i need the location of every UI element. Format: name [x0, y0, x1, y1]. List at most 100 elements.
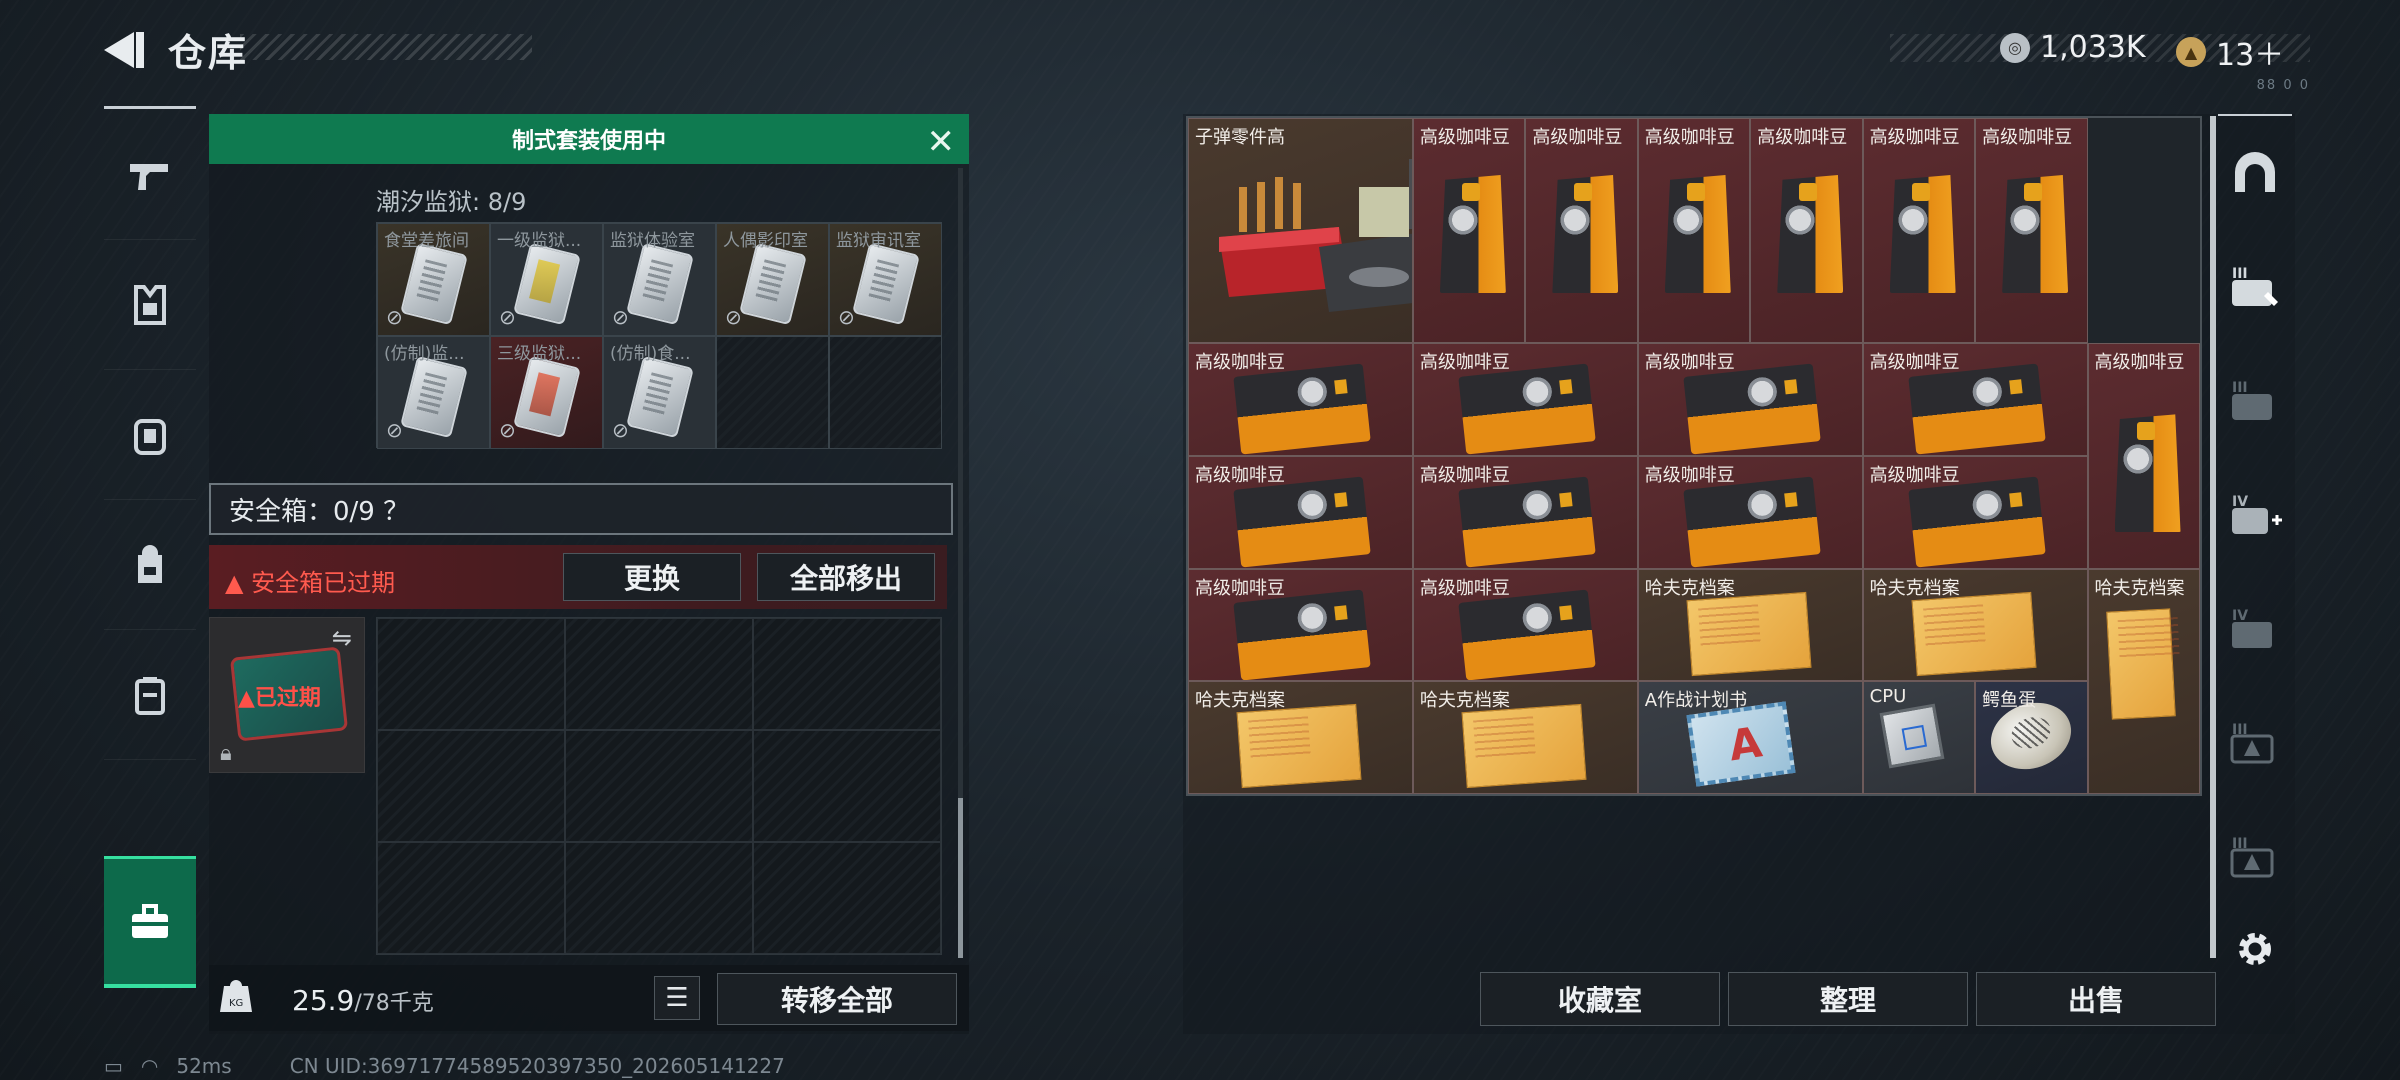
safe-box-grid[interactable]	[376, 617, 942, 955]
stash-item[interactable]: 高级咖啡豆	[1862, 343, 2088, 456]
item-name: 高级咖啡豆	[1644, 465, 1735, 486]
close-icon[interactable]: ✕	[927, 122, 956, 162]
replace-button[interactable]: 更换	[563, 553, 741, 601]
stash-item[interactable]: 高级咖啡豆	[1975, 118, 2088, 344]
left-scrollbar[interactable]	[958, 168, 963, 958]
keycard-slot[interactable]: 监狱审讯室 ⊘	[829, 223, 942, 336]
expired-text: 已过期	[254, 686, 321, 711]
transfer-all-button[interactable]: 转移全部	[717, 973, 957, 1025]
stash-item[interactable]: 高级咖啡豆	[2087, 343, 2200, 569]
stash-item[interactable]: A作战计划书 A	[1637, 681, 1863, 794]
nav-toolbox[interactable]	[104, 856, 196, 988]
coffee-bag-flat-icon	[1233, 363, 1371, 455]
coffee-bag-flat-icon	[1233, 589, 1371, 681]
latency: 52ms	[176, 1054, 232, 1078]
move-all-out-button[interactable]: 全部移出	[757, 553, 935, 601]
coffee-bag-flat-icon	[1683, 476, 1821, 568]
currency-main[interactable]: ◎ 1,033K	[2000, 30, 2146, 65]
stash-grid[interactable]: 子弹零件高 高级咖啡豆 高级咖啡豆 高级咖啡豆 高级咖啡豆 高级咖啡豆 高级咖啡豆 高级咖啡豆…	[1186, 116, 2202, 796]
keycard-icon	[626, 242, 694, 326]
sell-button[interactable]: 出售	[1976, 972, 2216, 1026]
organize-button[interactable]: 整理	[1728, 972, 1968, 1026]
no-drop-icon: ⊘	[386, 418, 403, 442]
cpu-icon	[1879, 703, 1945, 769]
coffee-bag-flat-icon	[1907, 363, 2046, 455]
stash-item[interactable]: 哈夫克档案	[1637, 568, 1863, 682]
safe-box-slot[interactable]: ▲已过期 ⇋ 🔒︎	[209, 617, 365, 773]
keycard-slot-empty[interactable]	[829, 336, 942, 449]
stash-item[interactable]: 子弹零件高	[1188, 118, 1413, 344]
coffee-bag-icon	[1552, 175, 1619, 293]
stash-item[interactable]: 高级咖啡豆	[1525, 118, 1638, 344]
stash-item[interactable]: 高级咖啡豆	[1750, 118, 1863, 344]
item-name: 高级咖啡豆	[1869, 127, 1960, 148]
stash-item[interactable]: 高级咖啡豆	[1412, 118, 1526, 344]
keycard-icon	[626, 355, 694, 439]
back-icon[interactable]	[100, 28, 148, 72]
stash-item[interactable]: 高级咖啡豆	[1862, 118, 1976, 344]
keycard-slot[interactable]: (仿制)食... ⊘	[603, 336, 716, 449]
stash-item[interactable]: 高级咖啡豆	[1637, 343, 1863, 456]
document-folder-icon	[1461, 704, 1587, 789]
coffee-bag-flat-icon	[1458, 476, 1596, 568]
right-nav-stash-4[interactable]: IV	[2218, 570, 2292, 690]
stash-item[interactable]: 哈夫克档案	[1862, 568, 2088, 682]
svg-text:IV: IV	[2232, 494, 2248, 510]
keycard-slot[interactable]: (仿制)监... ⊘	[377, 336, 490, 449]
safe-box-header[interactable]: 安全箱：0/9 ？	[209, 483, 953, 535]
swap-icon[interactable]: ⇋	[332, 624, 352, 652]
key-region-label: 潮汐监狱: 8/9	[376, 188, 527, 216]
keycard-icon	[513, 242, 581, 326]
nav-weapon[interactable]	[104, 110, 196, 240]
stash-item[interactable]: 哈夫克档案	[1412, 681, 1638, 794]
stash-item[interactable]: 高级咖啡豆	[1412, 456, 1638, 569]
nav-case[interactable]	[104, 630, 196, 760]
right-nav-stash-3b[interactable]: III	[2218, 342, 2292, 462]
stash-item[interactable]: 高级咖啡豆	[1637, 456, 1863, 569]
right-nav-home[interactable]	[2218, 114, 2292, 234]
keycard-slot[interactable]: 人偶影印室 ⊘	[716, 223, 829, 336]
coffee-bag-icon	[1889, 175, 1956, 293]
stash-item[interactable]: 高级咖啡豆	[1188, 568, 1413, 682]
stash-item[interactable]: 高级咖啡豆	[1862, 456, 2088, 569]
item-name: 高级咖啡豆	[1532, 127, 1623, 148]
stash-item[interactable]: 高级咖啡豆	[1188, 343, 1413, 456]
stash-item[interactable]: 高级咖啡豆	[1412, 568, 1638, 682]
stash-item[interactable]: 哈夫克档案	[2087, 568, 2200, 794]
stash-item[interactable]: 哈夫克档案	[1188, 681, 1413, 794]
no-drop-icon: ⊘	[612, 418, 629, 442]
nav-backpack[interactable]	[104, 500, 196, 630]
right-nav-stash-3-active[interactable]: III	[2218, 228, 2292, 348]
currency-secondary[interactable]: ▲ 13＋	[2176, 30, 2284, 74]
settings-button[interactable]	[2218, 914, 2292, 984]
alert-message: 安全箱已过期	[251, 569, 396, 597]
safe-box-label: 安全箱：0/9 ？	[229, 496, 410, 527]
stash-tier-icon: III	[2232, 380, 2272, 420]
keycard-slot[interactable]: 三级监狱... ⊘	[490, 336, 603, 449]
item-name: 高级咖啡豆	[1419, 577, 1510, 599]
banner-text: 制式套装使用中	[511, 129, 666, 154]
no-drop-icon: ⊘	[499, 418, 516, 442]
svg-text:KG: KG	[229, 998, 243, 1009]
right-nav-stash-4-add[interactable]: IV	[2218, 456, 2292, 576]
stash-item[interactable]: 高级咖啡豆	[1637, 118, 1751, 344]
list-view-button[interactable]: ☰	[654, 976, 700, 1020]
collection-room-button[interactable]: 收藏室	[1480, 972, 1720, 1026]
keycard-slot[interactable]: 食堂差旅间 ⊘	[377, 223, 490, 336]
keycard-slot[interactable]: 一级监狱... ⊘	[490, 223, 603, 336]
keycard-slot[interactable]: 监狱体验室 ⊘	[603, 223, 716, 336]
keycard-slot-empty[interactable]	[716, 336, 829, 449]
stash-item[interactable]: 高级咖啡豆	[1188, 456, 1413, 569]
right-nav-stash-3d[interactable]: III	[2218, 798, 2292, 918]
stash-item[interactable]: CPU	[1862, 681, 1976, 794]
stash-item[interactable]: 鳄鱼蛋	[1975, 681, 2088, 794]
stash-tier-icon: III	[2232, 266, 2278, 306]
stash-scrollbar[interactable]	[2210, 116, 2216, 958]
triangle-coin-icon: ▲	[2176, 37, 2206, 67]
page-title: 仓库	[168, 31, 249, 75]
list-icon: ☰	[665, 983, 689, 1013]
nav-chest-rig[interactable]	[104, 370, 196, 500]
right-nav-stash-3c[interactable]: III	[2218, 684, 2292, 804]
nav-armor[interactable]	[104, 240, 196, 370]
stash-item[interactable]: 高级咖啡豆	[1412, 343, 1638, 456]
